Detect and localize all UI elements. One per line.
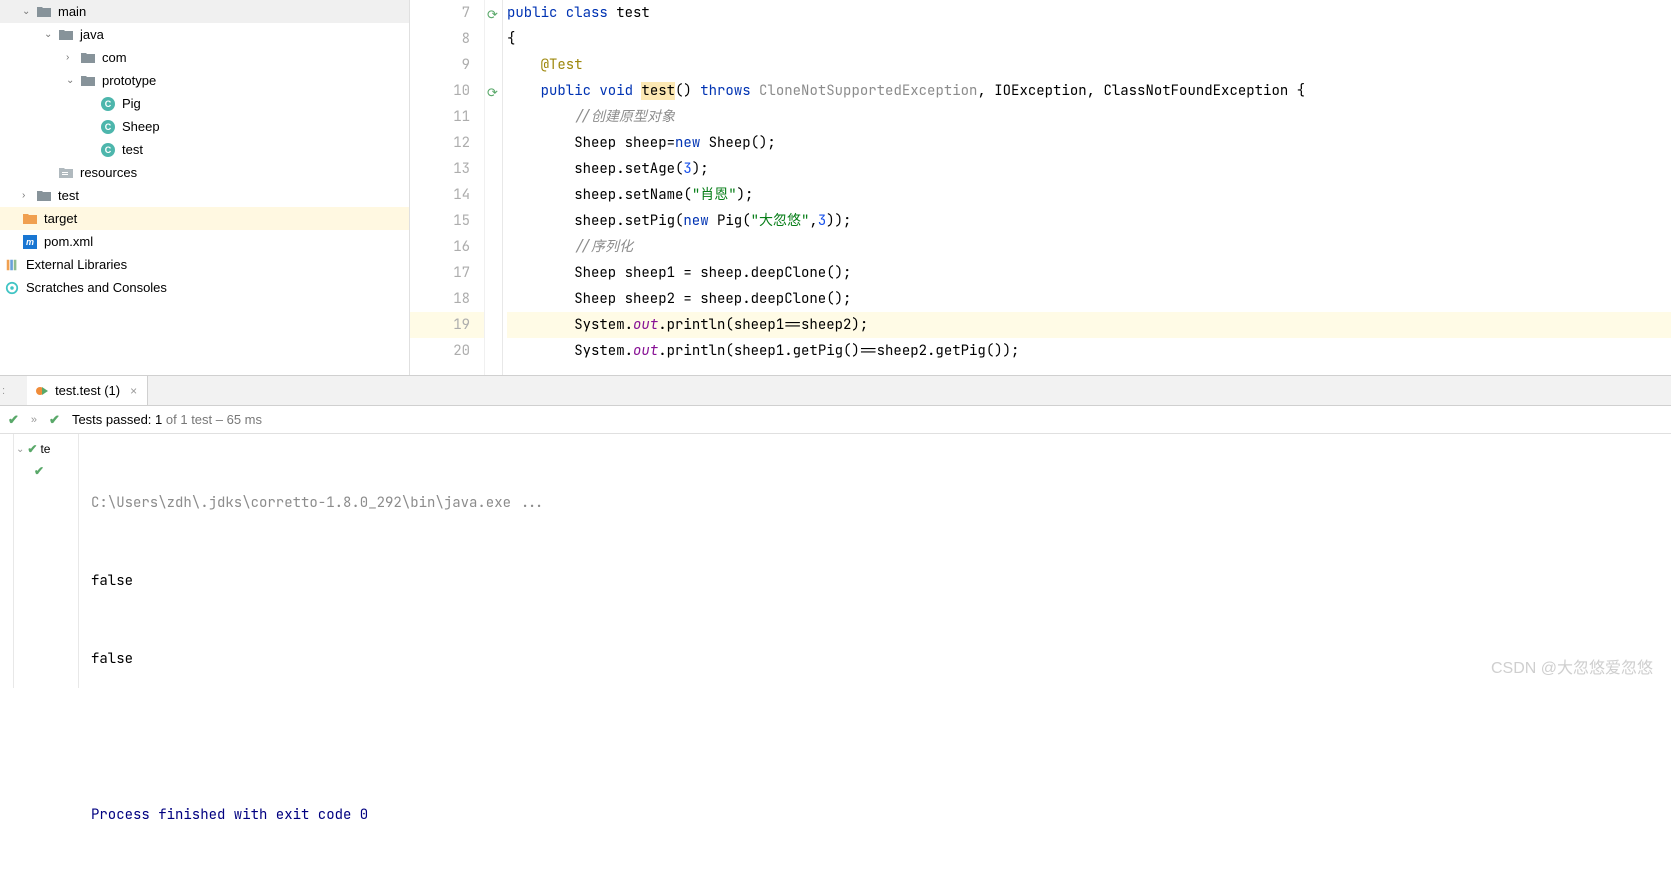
chevron-right-icon: › — [66, 52, 78, 63]
check-icon: ✔ — [34, 464, 44, 478]
line-gutter: 7 8 9 10 11 12 13 14 15 16 17 18 19 20 — [410, 0, 485, 375]
gutter-glyphs: ⟳ ⟳ — [485, 0, 503, 375]
folder-icon — [80, 50, 96, 66]
tree-item-com[interactable]: › com — [0, 46, 409, 69]
tree-item-test-dir[interactable]: › test — [0, 184, 409, 207]
close-tab-icon[interactable]: × — [130, 384, 137, 398]
tree-label: Scratches and Consoles — [26, 280, 167, 295]
gutter-line: 19 — [410, 312, 484, 338]
gutter-line: 18 — [410, 286, 484, 312]
tree-label: main — [58, 4, 86, 19]
chevron-down-icon: ⌄ — [16, 444, 24, 455]
chevron-right-icon: › — [22, 190, 34, 201]
tree-label: Sheep — [122, 119, 160, 134]
resources-folder-icon — [58, 165, 74, 181]
class-icon: C — [100, 96, 116, 112]
run-label: : — [0, 385, 5, 397]
gutter-line: 14 — [410, 182, 484, 208]
tool-gutter — [0, 434, 14, 688]
folder-icon — [58, 27, 74, 43]
console-line: C:\Users\zdh\.jdks\corretto-1.8.0_292\bi… — [91, 490, 1659, 516]
test-tree[interactable]: ⌄ ✔ te ✔ — [14, 434, 79, 688]
tree-item-test-file[interactable]: C test — [0, 138, 409, 161]
check-icon: ✔ — [8, 412, 19, 428]
tree-label: com — [102, 50, 127, 65]
console-line: false — [91, 568, 1659, 594]
chevron-down-icon: ⌄ — [44, 29, 56, 40]
tree-item-prototype[interactable]: ⌄ prototype — [0, 69, 409, 92]
tree-label: prototype — [102, 73, 156, 88]
run-class-icon[interactable]: ⟳ — [487, 2, 498, 28]
scratches-icon — [4, 280, 20, 296]
tree-item-external-libraries[interactable]: External Libraries — [0, 253, 409, 276]
watermark: CSDN @大忽悠爱忽悠 — [1491, 654, 1653, 678]
test-tree-label: te — [40, 442, 50, 456]
console-line — [91, 724, 1659, 750]
check-icon: ✔ — [49, 412, 60, 428]
tree-label: test — [58, 188, 79, 203]
class-icon: C — [100, 119, 116, 135]
folder-icon — [36, 188, 52, 204]
console-output[interactable]: C:\Users\zdh\.jdks\corretto-1.8.0_292\bi… — [79, 434, 1671, 688]
tree-item-main[interactable]: ⌄ main — [0, 0, 409, 23]
chevron-down-icon: ⌄ — [22, 6, 34, 17]
code-editor[interactable]: 7 8 9 10 11 12 13 14 15 16 17 18 19 20 ⟳… — [410, 0, 1671, 375]
gutter-line: 11 — [410, 104, 484, 130]
chevron-icon: » — [31, 414, 37, 426]
folder-icon — [22, 211, 38, 227]
test-run-icon — [35, 384, 49, 398]
test-status-text: Tests passed: 1 of 1 test – 65 ms — [72, 412, 262, 427]
tree-item-scratches[interactable]: Scratches and Consoles — [0, 276, 409, 299]
class-icon: C — [100, 142, 116, 158]
code-content[interactable]: public class test { @Test public void te… — [503, 0, 1671, 375]
gutter-line: 10 — [410, 78, 484, 104]
project-tree[interactable]: ⌄ main ⌄ java › com ⌄ prototype C Pig C … — [0, 0, 410, 375]
tree-item-pig[interactable]: C Pig — [0, 92, 409, 115]
tree-item-pom[interactable]: m pom.xml — [0, 230, 409, 253]
tree-label: java — [80, 27, 104, 42]
gutter-line: 20 — [410, 338, 484, 364]
tree-label: External Libraries — [26, 257, 127, 272]
run-test-icon[interactable]: ⟳ — [487, 80, 498, 106]
check-icon: ✔ — [27, 442, 37, 456]
test-tree-root[interactable]: ⌄ ✔ te — [16, 438, 76, 460]
tree-label: Pig — [122, 96, 141, 111]
gutter-line: 13 — [410, 156, 484, 182]
gutter-line: 8 — [410, 26, 484, 52]
gutter-line: 16 — [410, 234, 484, 260]
tree-item-java[interactable]: ⌄ java — [0, 23, 409, 46]
gutter-line: 17 — [410, 260, 484, 286]
test-tree-item[interactable]: ✔ — [16, 460, 76, 482]
run-tab-label: test.test (1) — [55, 383, 120, 398]
test-status-bar: ✔ » ✔ Tests passed: 1 of 1 test – 65 ms — [0, 406, 1671, 434]
tree-item-sheep[interactable]: C Sheep — [0, 115, 409, 138]
folder-icon — [36, 4, 52, 20]
console-line: false — [91, 646, 1659, 672]
tree-label: target — [44, 211, 77, 226]
run-tab-bar: : test.test (1) × — [0, 376, 1671, 406]
tree-item-resources[interactable]: resources — [0, 161, 409, 184]
folder-icon — [80, 73, 96, 89]
gutter-line: 9 — [410, 52, 484, 78]
gutter-line: 12 — [410, 130, 484, 156]
tree-label: pom.xml — [44, 234, 93, 249]
run-tab[interactable]: test.test (1) × — [27, 376, 148, 405]
chevron-down-icon: ⌄ — [66, 75, 78, 86]
gutter-line: 15 — [410, 208, 484, 234]
tree-label: resources — [80, 165, 137, 180]
maven-icon: m — [22, 234, 38, 250]
console-line: Process finished with exit code 0 — [91, 802, 1659, 828]
tree-item-target[interactable]: target — [0, 207, 409, 230]
tree-label: test — [122, 142, 143, 157]
libraries-icon — [4, 257, 20, 273]
gutter-line: 7 — [410, 0, 484, 26]
